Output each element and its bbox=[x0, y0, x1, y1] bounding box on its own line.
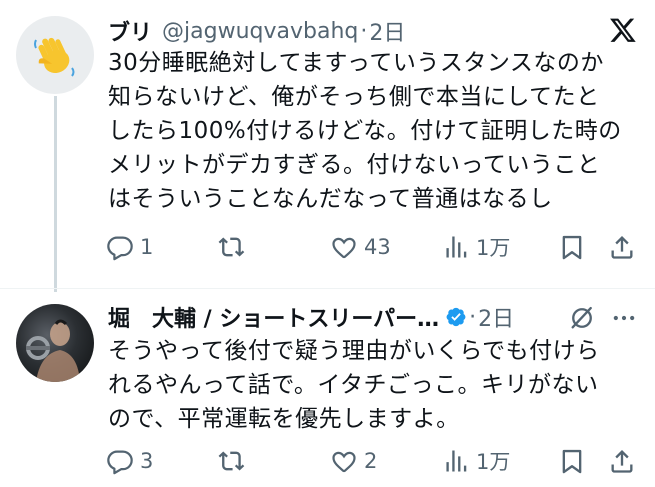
separator-dot: · bbox=[469, 304, 477, 330]
post-text-line: れるやんって話で。イタチごっこ。キリがない bbox=[108, 372, 599, 398]
post-text: 30分睡眠絶対してますっていうスタンスなのか 知らないけど、俺がそっち側で本当に… bbox=[108, 46, 643, 216]
waving-hand-emoji-icon bbox=[34, 37, 75, 77]
like-button[interactable]: 43 bbox=[330, 230, 391, 264]
post-text-line: したら100%付けるけどな。付けて証明した時の bbox=[108, 118, 622, 144]
post-divider bbox=[0, 288, 655, 289]
post-text-line: はそういうことなんだなって普通はなるし bbox=[108, 186, 553, 212]
more-options-icon[interactable] bbox=[609, 304, 639, 332]
repost-icon bbox=[218, 237, 245, 257]
repost-button[interactable] bbox=[218, 230, 252, 264]
like-button[interactable]: 2 bbox=[330, 444, 377, 478]
like-count: 2 bbox=[364, 449, 378, 473]
post-text-line: 30分睡眠絶対してますっていうスタンスなのか bbox=[108, 50, 604, 76]
bookmark-icon bbox=[562, 449, 582, 474]
post-text-line: そうやって後付で疑う理由がいくらでも付けら bbox=[108, 338, 600, 364]
share-button[interactable] bbox=[608, 444, 636, 478]
x-logo-icon[interactable] bbox=[609, 16, 637, 44]
verified-badge-icon bbox=[446, 307, 466, 327]
post-header: ブリ @jagwuqvavbahq · 2日 bbox=[108, 15, 405, 47]
post[interactable]: ブリ @jagwuqvavbahq · 2日 30分睡眠絶対してますっていうスタ… bbox=[0, 0, 655, 292]
bookmark-button[interactable] bbox=[558, 230, 586, 264]
avatar[interactable] bbox=[16, 16, 94, 94]
bookmark-icon bbox=[562, 235, 582, 260]
grok-icon[interactable] bbox=[568, 304, 596, 332]
heart-icon bbox=[332, 451, 356, 473]
post-text-line: メリットがデカすぎる。付けないっていうこと bbox=[108, 152, 601, 178]
heart-icon bbox=[332, 237, 356, 259]
post-timestamp[interactable]: 2日 bbox=[478, 301, 514, 333]
post-text: そうやって後付で疑う理由がいくらでも付けら れるやんって話で。イタチごっこ。キリ… bbox=[108, 334, 643, 436]
view-count: 1万 bbox=[476, 236, 511, 260]
repost-button[interactable] bbox=[218, 444, 252, 478]
user-handle[interactable]: @jagwuqvavbahq bbox=[162, 19, 358, 44]
reply-button[interactable]: 1 bbox=[106, 230, 153, 264]
post-header: 堀 大輔 / ショートスリーパー… · 2日 bbox=[108, 301, 514, 333]
view-count: 1万 bbox=[476, 450, 511, 474]
reply-icon bbox=[107, 236, 133, 261]
like-count: 43 bbox=[364, 235, 391, 259]
reply-count: 3 bbox=[140, 449, 154, 473]
action-bar: 1 43 1万 bbox=[106, 230, 646, 264]
display-name[interactable]: ブリ bbox=[108, 15, 152, 47]
post-text-line: 知らないけど、俺がそっち側で本当にしてたと bbox=[108, 84, 600, 110]
share-icon bbox=[611, 236, 633, 259]
bookmark-button[interactable] bbox=[558, 444, 586, 478]
reply-button[interactable]: 3 bbox=[106, 444, 153, 478]
thread-connector-line bbox=[54, 96, 57, 292]
analytics-bar-icon bbox=[446, 450, 467, 472]
reply-count: 1 bbox=[140, 235, 154, 259]
post-text-line: ので、平常運転を優先しますよ。 bbox=[108, 406, 460, 432]
analytics-bar-icon bbox=[446, 236, 467, 258]
separator-dot: · bbox=[360, 18, 368, 44]
share-icon bbox=[611, 450, 633, 473]
views-button[interactable]: 1万 bbox=[442, 444, 510, 478]
post-timestamp[interactable]: 2日 bbox=[369, 15, 405, 47]
post[interactable]: 堀 大輔 / ショートスリーパー… · 2日 そうやって後付で疑う理由がいくらで… bbox=[0, 290, 655, 487]
repost-icon bbox=[218, 451, 245, 471]
avatar[interactable] bbox=[16, 304, 94, 382]
display-name[interactable]: 堀 大輔 / ショートスリーパー… bbox=[108, 301, 439, 333]
share-button[interactable] bbox=[608, 230, 636, 264]
action-bar: 3 2 1万 bbox=[106, 444, 646, 478]
reply-icon bbox=[107, 450, 133, 475]
profile-photo-icon bbox=[26, 319, 80, 382]
views-button[interactable]: 1万 bbox=[442, 230, 510, 264]
